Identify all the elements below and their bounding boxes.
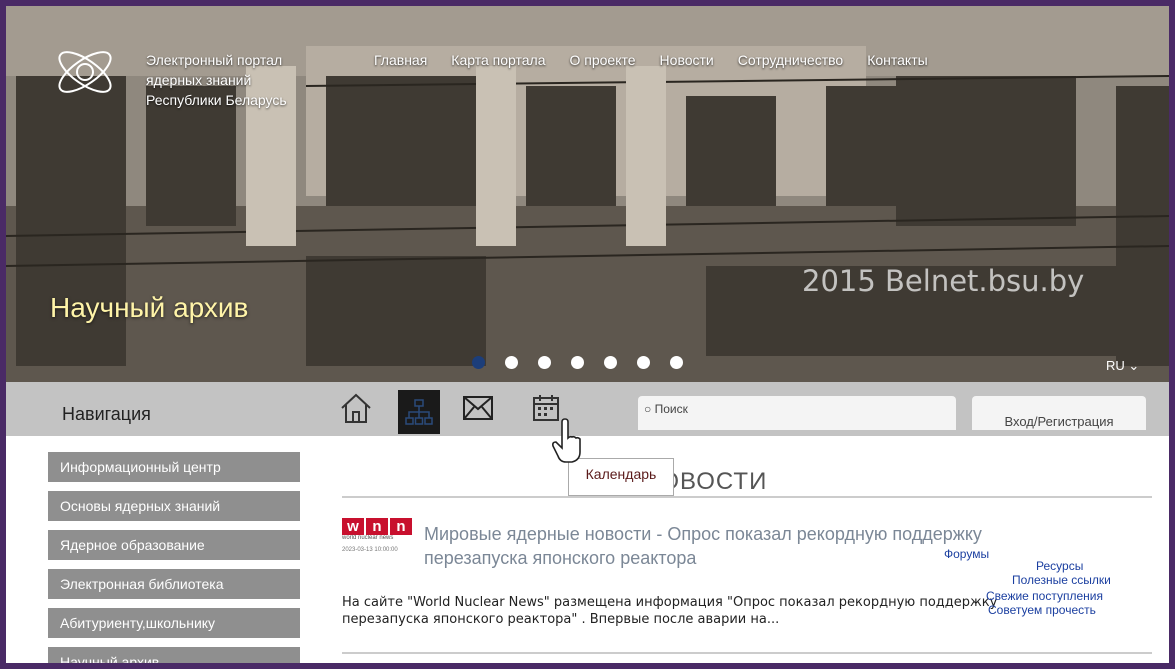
slider-dot[interactable] <box>670 356 683 369</box>
wnn-logo-w: w <box>342 518 364 535</box>
news-excerpt-line: перезапуска японского реактора" . Впервы… <box>342 612 780 627</box>
nav-link-home[interactable]: Главная <box>374 52 427 68</box>
hand-cursor-icon <box>552 418 581 463</box>
news-title-link[interactable]: Мировые ядерные новости - Опрос показал … <box>424 522 1124 570</box>
divider <box>342 652 1152 654</box>
hero-banner: Электронный портал ядерных знаний Респуб… <box>6 6 1169 382</box>
slider-dot[interactable] <box>604 356 617 369</box>
nav-link-about[interactable]: О проекте <box>570 52 636 68</box>
navigation-heading: Навигация <box>62 404 151 424</box>
search-placeholder: Поиск <box>654 402 688 416</box>
portal-name-line: Электронный портал <box>146 52 283 68</box>
wnn-logo-n: n <box>390 518 412 535</box>
sidebar-item-applicants[interactable]: Абитуриенту,школьнику <box>48 608 300 638</box>
link-resources[interactable]: Ресурсы <box>1036 559 1083 573</box>
divider <box>342 496 1152 498</box>
news-title-line: Мировые ядерные новости - Опрос показал … <box>424 524 982 544</box>
sidebar-menu: Информационный центр Основы ядерных знан… <box>48 452 300 663</box>
home-icon[interactable] <box>336 388 376 428</box>
link-useful-links[interactable]: Полезные ссылки <box>1012 573 1111 587</box>
nav-link-contacts[interactable]: Контакты <box>867 52 927 68</box>
news-excerpt: На сайте "World Nuclear News" размещена … <box>342 594 997 628</box>
news-title-line: перезапуска японского реактора <box>424 548 697 568</box>
mail-icon[interactable] <box>458 388 498 428</box>
photo-watermark: 2015 Belnet.bsu.by <box>802 264 1085 298</box>
portal-name[interactable]: Электронный портал ядерных знаний Респуб… <box>146 50 287 110</box>
source-logo[interactable]: w n n world nuclear news 2023-03-13 10:0… <box>342 518 414 553</box>
search-icon: ○ <box>644 402 652 416</box>
slider-dot[interactable] <box>505 356 518 369</box>
language-label: RU <box>1106 358 1125 373</box>
wnn-logo-n: n <box>366 518 388 535</box>
slider-dot[interactable] <box>637 356 650 369</box>
sidebar-item-archive[interactable]: Научный архив <box>48 647 300 663</box>
sidebar-item-library[interactable]: Электронная библиотека <box>48 569 300 599</box>
chevron-down-icon: ⌄ <box>1124 358 1140 373</box>
link-recommended[interactable]: Советуем прочесть <box>988 603 1096 617</box>
page-frame: Электронный портал ядерных знаний Респуб… <box>6 6 1169 663</box>
slider-dot[interactable] <box>538 356 551 369</box>
link-forums[interactable]: Форумы <box>944 547 989 561</box>
nav-link-news[interactable]: Новости <box>660 52 714 68</box>
slider-dot[interactable] <box>571 356 584 369</box>
slider-dots <box>472 356 683 369</box>
portal-logo[interactable] <box>50 42 120 102</box>
news-excerpt-line: На сайте "World Nuclear News" размещена … <box>342 595 998 610</box>
search-input[interactable]: ○ Поиск <box>638 396 956 430</box>
link-new-arrivals[interactable]: Свежие поступления <box>986 589 1103 603</box>
source-tagline: world nuclear news <box>342 535 394 541</box>
nav-link-cooperation[interactable]: Сотрудничество <box>738 52 843 68</box>
slider-dot[interactable] <box>472 356 485 369</box>
slide-caption[interactable]: Научный архив <box>50 292 248 324</box>
portal-name-line: Республики Беларусь <box>146 92 287 108</box>
portal-name-line: ядерных знаний <box>146 72 252 88</box>
toolbar: Навигация ○ Поиск Вход/Регистрация <box>6 382 1169 436</box>
nav-link-sitemap[interactable]: Карта портала <box>451 52 545 68</box>
sidebar-item-info-center[interactable]: Информационный центр <box>48 452 300 482</box>
top-nav: Главная Карта портала О проекте Новости … <box>374 52 952 68</box>
language-switcher[interactable]: RU ⌄ <box>1106 358 1139 374</box>
sidebar-item-education[interactable]: Ядерное образование <box>48 530 300 560</box>
news-date: 2023-03-13 10:00:00 <box>342 547 398 553</box>
login-button[interactable]: Вход/Регистрация <box>972 396 1146 430</box>
sidebar-item-nuclear-basics[interactable]: Основы ядерных знаний <box>48 491 300 521</box>
sitemap-icon[interactable] <box>398 390 440 434</box>
